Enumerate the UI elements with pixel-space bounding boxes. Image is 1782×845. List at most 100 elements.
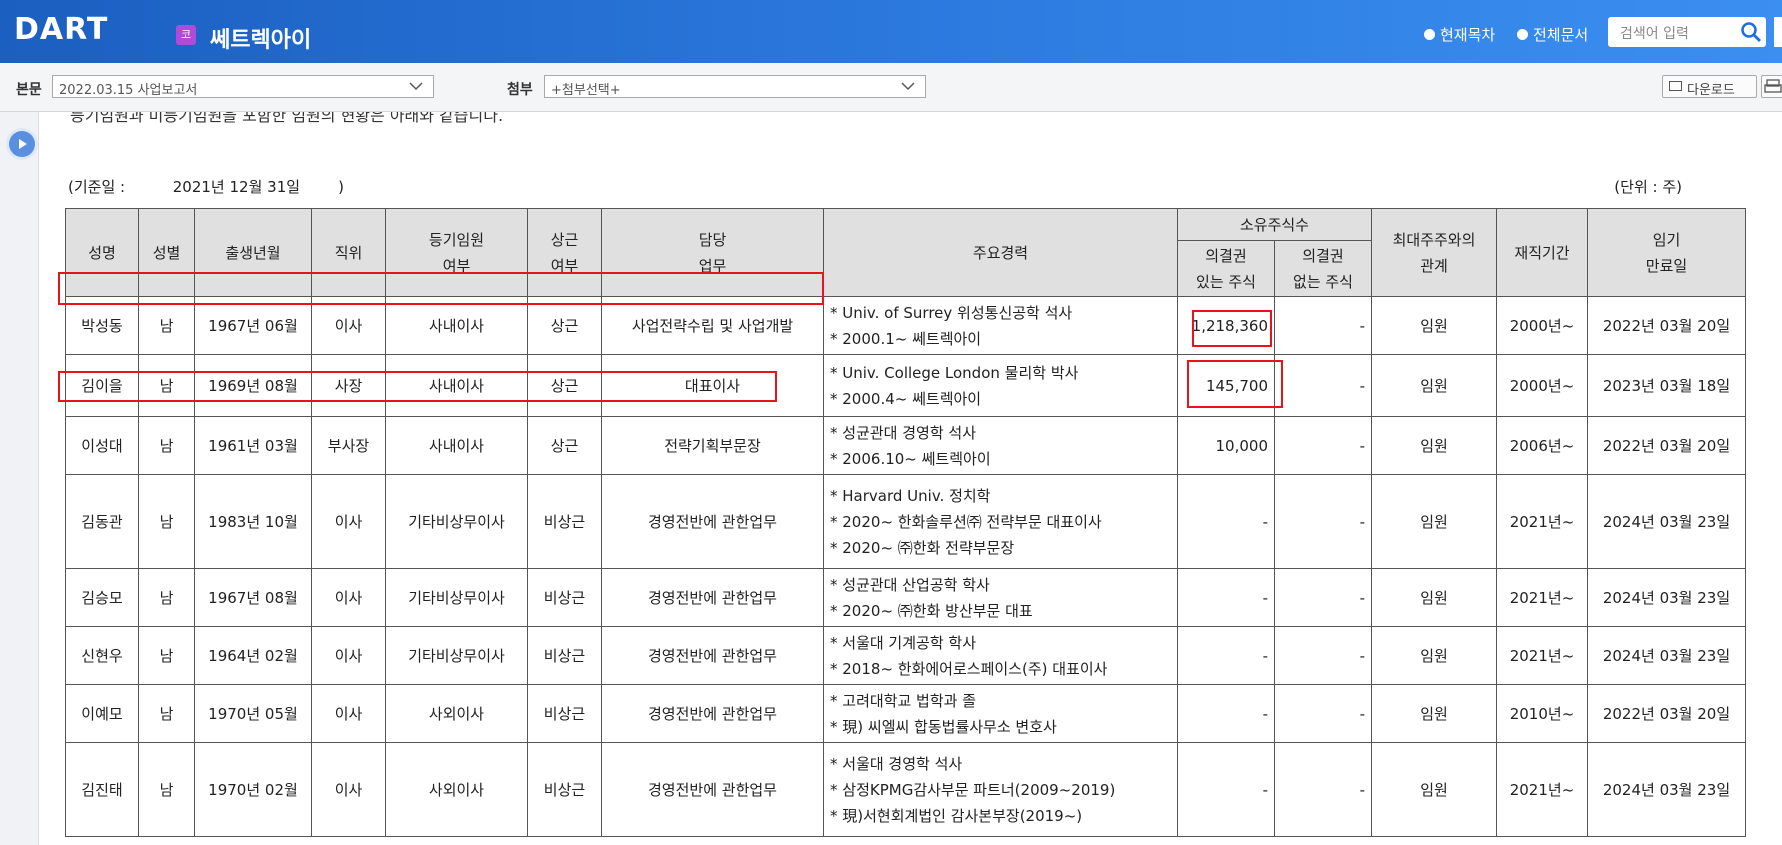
radio-dot-selected[interactable] [1424, 29, 1435, 40]
logo-text: DART [14, 12, 109, 47]
header-nonvoting: 의결권 없는 주식 [1274, 240, 1372, 297]
cell-relation: 임원 [1371, 354, 1497, 417]
cell-fulltime: 비상근 [527, 626, 602, 685]
header-tenure: 재직기간 [1496, 208, 1588, 297]
radio-full-doc-label: 전체문서 [1533, 26, 1589, 44]
cell-nonvoting: - [1274, 568, 1372, 627]
cell-duty: 경영전반에 관한업무 [601, 684, 824, 743]
table-row: 이예모 남 1970년 05월 이사 사외이사 비상근 경영전반에 관한업무 * 고려대학교 … [65, 684, 1746, 743]
cell-gender: 남 [138, 742, 195, 837]
cell-fulltime: 상근 [527, 416, 602, 475]
cell-relation: 임원 [1371, 416, 1497, 475]
cell-duty: 경영전반에 관한업무 [601, 568, 824, 627]
cell-nonvoting: - [1274, 684, 1372, 743]
cell-voting: - [1177, 474, 1275, 569]
cell-nonvoting: - [1274, 474, 1372, 569]
cell-term: 2022년 03월 20일 [1587, 416, 1746, 475]
table-row: 김동관 남 1983년 10월 이사 기타비상무이사 비상근 경영전반에 관한업무 * Har… [65, 474, 1746, 569]
executives-table: 성명 성별 출생년월 직위 등기임원 여부 상근 여부 담당 업무 주요경력 소유주식… [65, 208, 1746, 837]
cell-relation: 임원 [1371, 296, 1497, 355]
cell-career: * 성균관대 경영학 석사 * 2006.10~ 쎄트렉아이 [823, 416, 1178, 475]
table-row: 박성동 남 1967년 06월 이사 사내이사 상근 사업전략수립 및 사업개발 * Univ… [65, 296, 1746, 355]
attach-value: +첨부선택+ [551, 83, 621, 98]
print-button[interactable] [1761, 75, 1782, 98]
search-button-edge[interactable] [1774, 17, 1782, 47]
cell-registered: 기타비상무이사 [385, 474, 528, 569]
cell-term: 2024년 03월 23일 [1587, 742, 1746, 837]
cell-nonvoting: - [1274, 354, 1372, 417]
cell-fulltime: 비상근 [527, 742, 602, 837]
cell-name: 김진태 [65, 742, 139, 837]
unit-label: (단위 : 주) [1614, 178, 1682, 196]
career-line: * 2020~ 한화솔루션㈜ 전략부문 대표이사 [830, 512, 1102, 531]
cell-voting: - [1177, 742, 1275, 837]
cell-relation: 임원 [1371, 684, 1497, 743]
main-report-select[interactable]: 2022.03.15 사업보고서 [52, 75, 434, 98]
radio-full-doc[interactable]: 전체문서 [1517, 24, 1588, 45]
cell-name: 김이을 [65, 354, 139, 417]
cell-tenure: 2021년~ [1496, 742, 1588, 837]
attach-label: 첨부 [507, 82, 533, 98]
cell-term: 2024년 03월 23일 [1587, 474, 1746, 569]
career-line: * 2020~ ㈜한화 방산부문 대표 [830, 601, 1033, 620]
radio-current-toc-label: 현재목차 [1440, 26, 1496, 44]
table-row: 신현우 남 1964년 02월 이사 기타비상무이사 비상근 경영전반에 관한업무 * 서울대… [65, 626, 1746, 685]
career-line: * Univ. of Surrey 위성통신공학 석사 [830, 303, 1073, 322]
cell-position: 이사 [311, 296, 386, 355]
cell-relation: 임원 [1371, 568, 1497, 627]
intro-text: 등기임원과 미등기임원을 포함한 임원의 현황은 아래와 같습니다. [70, 112, 504, 125]
career-line: * Univ. College London 물리학 박사 [830, 363, 1079, 382]
cell-tenure: 2021년~ [1496, 474, 1588, 569]
cell-relation: 임원 [1371, 626, 1497, 685]
cell-voting: 145,700 [1177, 354, 1275, 417]
cell-career: * 성균관대 산업공학 학사 * 2020~ ㈜한화 방산부문 대표 [823, 568, 1178, 627]
table-row: 김진태 남 1970년 02월 이사 사외이사 비상근 경영전반에 관한업무 * 서울대 경영… [65, 742, 1746, 837]
cell-position: 이사 [311, 474, 386, 569]
cell-nonvoting: - [1274, 296, 1372, 355]
table-row: 김이을 남 1969년 08월 사장 사내이사 상근 대표이사 * Univ. College… [65, 354, 1746, 417]
header-birth: 출생년월 [194, 208, 312, 297]
cell-relation: 임원 [1371, 742, 1497, 837]
cell-position: 부사장 [311, 416, 386, 475]
search-icon[interactable] [1740, 21, 1762, 47]
cell-gender: 남 [138, 416, 195, 475]
career-line: * 2020~ ㈜한화 전략부문장 [830, 538, 1015, 557]
cell-position: 이사 [311, 568, 386, 627]
cell-career: * Univ. College London 물리학 박사 * 2000.4~ 쎄… [823, 354, 1178, 417]
cell-gender: 남 [138, 296, 195, 355]
expand-toc-icon[interactable] [9, 131, 35, 157]
main-report-value: 2022.03.15 사업보고서 [59, 83, 198, 98]
cell-registered: 사외이사 [385, 684, 528, 743]
cell-career: * 서울대 기계공학 학사 * 2018~ 한화에어로스페이스(주) 대표이사 [823, 626, 1178, 685]
top-bar: DART 코 쎄트렉아이 현재목차 전체문서 검색어 입력 [0, 0, 1782, 63]
search-input[interactable]: 검색어 입력 [1608, 17, 1766, 47]
cell-nonvoting: - [1274, 416, 1372, 475]
cell-position: 이사 [311, 742, 386, 837]
dart-logo[interactable]: DART [14, 12, 108, 47]
cell-gender: 남 [138, 626, 195, 685]
cell-career: * 고려대학교 법학과 졸 * 現) 씨엘씨 합동법률사무소 변호사 [823, 684, 1178, 743]
cell-term: 2022년 03월 20일 [1587, 684, 1746, 743]
career-line: * 삼정KPMG감사부문 파트너(2009~2019) [830, 780, 1116, 799]
cell-name: 신현우 [65, 626, 139, 685]
cell-voting: - [1177, 568, 1275, 627]
basis-date: (기준일 : 2021년 12월 31일 ) [68, 178, 345, 196]
radio-dot[interactable] [1517, 29, 1528, 40]
company-name: 쎄트렉아이 [210, 28, 312, 53]
career-line: * 現)서현회계법인 감사본부장(2019~) [830, 806, 1083, 825]
career-line: * 2006.10~ 쎄트렉아이 [830, 449, 991, 468]
cell-nonvoting: - [1274, 626, 1372, 685]
attach-select[interactable]: +첨부선택+ [544, 75, 926, 98]
career-line: * 성균관대 경영학 석사 [830, 423, 977, 442]
radio-current-toc[interactable]: 현재목차 [1424, 24, 1495, 45]
table-row: 이성대 남 1961년 03월 부사장 사내이사 상근 전략기획부문장 * 성균관대 경영학 … [65, 416, 1746, 475]
download-button[interactable]: 다운로드 [1662, 75, 1757, 98]
cell-duty: 경영전반에 관한업무 [601, 742, 824, 837]
cell-fulltime: 비상근 [527, 568, 602, 627]
printer-icon [1764, 79, 1782, 93]
document-toolbar: 본문 2022.03.15 사업보고서 첨부 +첨부선택+ 다운로드 [0, 63, 1782, 112]
career-line: * 2018~ 한화에어로스페이스(주) 대표이사 [830, 659, 1108, 678]
header-career: 주요경력 [823, 208, 1178, 297]
cell-birth: 1964년 02월 [194, 626, 312, 685]
cell-fulltime: 비상근 [527, 474, 602, 569]
